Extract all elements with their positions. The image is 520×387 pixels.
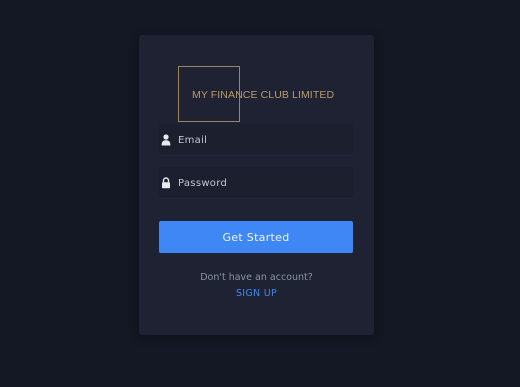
email-input[interactable]	[178, 130, 348, 150]
brand-name: MY FINANCE CLUB LIMITED	[192, 89, 335, 101]
password-field	[159, 167, 353, 199]
lock-icon	[162, 177, 170, 189]
user-icon	[161, 134, 171, 146]
no-account-text: Don't have an account?	[200, 272, 313, 283]
password-input[interactable]	[178, 173, 348, 193]
login-card: MY FINANCE CLUB LIMITED Get Started Don'…	[139, 35, 374, 335]
get-started-button[interactable]: Get Started	[159, 221, 353, 253]
sign-up-link[interactable]: SIGN UP	[139, 288, 374, 299]
login-page: MY FINANCE CLUB LIMITED Get Started Don'…	[0, 0, 520, 387]
email-field	[159, 124, 353, 156]
